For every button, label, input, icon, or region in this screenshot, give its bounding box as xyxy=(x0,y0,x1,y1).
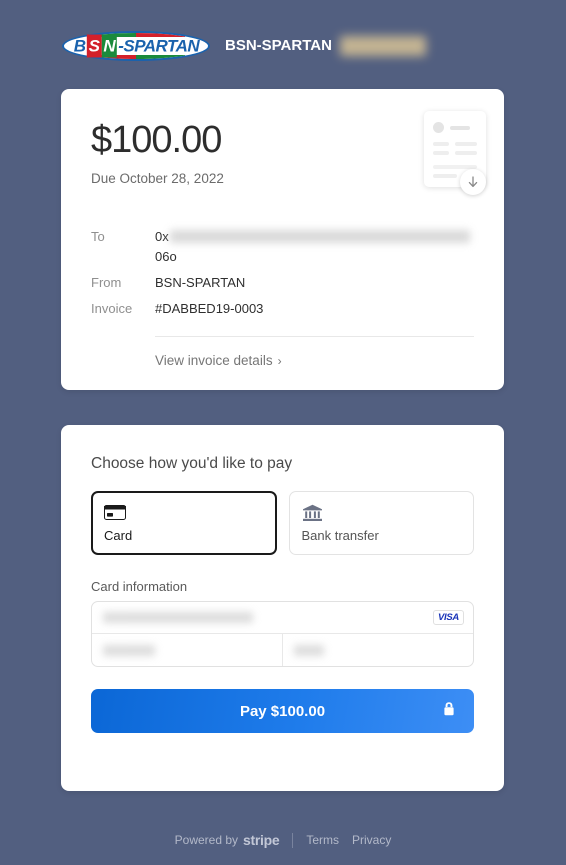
powered-by-label: Powered by xyxy=(174,833,239,847)
detail-value-invoice-number: #DABBED19-0003 xyxy=(155,301,264,317)
detail-label: Invoice xyxy=(91,301,133,317)
card-number-input[interactable]: VISA xyxy=(92,602,473,634)
payment-method-bank-transfer[interactable]: Bank transfer xyxy=(288,491,474,555)
redacted-recipient-address xyxy=(169,229,470,243)
download-arrow-icon xyxy=(468,175,478,187)
privacy-link[interactable]: Privacy xyxy=(352,833,391,847)
payment-method-card-label: Card xyxy=(104,528,133,543)
detail-label: To xyxy=(91,228,105,244)
invoice-detail-list: To 0x 06o From BSN-SPARTAN Invoice #DABB… xyxy=(91,224,474,323)
payment-method-bank-label: Bank transfer xyxy=(301,528,379,543)
logo-letter-b: B xyxy=(73,36,86,56)
card-information-group: VISA xyxy=(91,601,474,667)
page-header: B S N -SPARTAN BSN-SPARTAN xyxy=(0,0,566,62)
logo-letter-n: N xyxy=(101,34,118,58)
document-header-placeholder xyxy=(433,122,477,133)
powered-by-stripe[interactable]: Powered by stripe xyxy=(175,832,280,848)
document-avatar-placeholder xyxy=(433,122,444,133)
detail-value-to: 0x 06o xyxy=(155,227,474,267)
card-expiry-input[interactable] xyxy=(92,634,282,666)
summary-divider xyxy=(155,336,474,338)
redacted-card-number xyxy=(103,612,253,623)
payment-method-selector: Card Bank transfer xyxy=(91,491,474,555)
logo-wordmark: B S N -SPARTAN xyxy=(73,34,200,58)
pay-button[interactable]: Pay $100.00 xyxy=(91,689,474,733)
payment-section-title: Choose how you'd like to pay xyxy=(91,455,293,472)
chevron-right-icon: › xyxy=(277,354,282,369)
card-information-label: Card information xyxy=(91,579,188,594)
stripe-wordmark: stripe xyxy=(243,832,280,848)
credit-card-icon xyxy=(104,502,264,524)
download-invoice-button[interactable] xyxy=(460,169,486,195)
terms-link[interactable]: Terms xyxy=(306,833,339,847)
footer-divider xyxy=(292,832,294,848)
redacted-card-expiry xyxy=(103,644,155,656)
merchant-name-text: BSN-SPARTAN xyxy=(225,36,332,54)
page-footer: Powered by stripe Terms Privacy xyxy=(0,832,566,848)
view-invoice-details-link[interactable]: View invoice details › xyxy=(155,353,474,368)
card-expiry-cvc-row xyxy=(92,634,473,666)
logo-word-spartan: -SPARTAN xyxy=(118,36,200,56)
invoice-thumbnail[interactable] xyxy=(416,111,486,195)
document-line-pair xyxy=(433,151,477,155)
detail-row-to: To 0x 06o xyxy=(91,224,474,270)
payment-method-card[interactable]: Card xyxy=(91,491,277,555)
redacted-card-cvc xyxy=(294,644,324,656)
document-title-placeholder xyxy=(450,125,470,130)
lock-icon xyxy=(442,701,456,721)
detail-value-from: BSN-SPARTAN xyxy=(155,275,246,291)
recipient-address-prefix: 0x xyxy=(155,228,169,244)
merchant-name: BSN-SPARTAN xyxy=(225,36,426,56)
pay-button-label: Pay $100.00 xyxy=(239,702,326,720)
payment-card: Choose how you'd like to pay Card Bank t… xyxy=(61,425,504,791)
recipient-address-suffix: 06o xyxy=(155,249,177,265)
merchant-logo: B S N -SPARTAN xyxy=(62,31,210,61)
redacted-header-chip xyxy=(339,36,426,56)
visa-brand-icon: VISA xyxy=(433,610,464,625)
bank-icon xyxy=(302,502,462,524)
document-line-pair xyxy=(433,142,477,146)
view-invoice-details-label: View invoice details xyxy=(155,353,273,369)
detail-row-invoice: Invoice #DABBED19-0003 xyxy=(91,296,474,322)
logo-letter-s: S xyxy=(86,34,102,58)
card-cvc-input[interactable] xyxy=(282,634,473,666)
detail-label: From xyxy=(91,275,122,291)
invoice-summary-card: $100.00 Due October 28, 2022 To 0x 06o F… xyxy=(61,89,504,390)
detail-row-from: From BSN-SPARTAN xyxy=(91,270,474,296)
